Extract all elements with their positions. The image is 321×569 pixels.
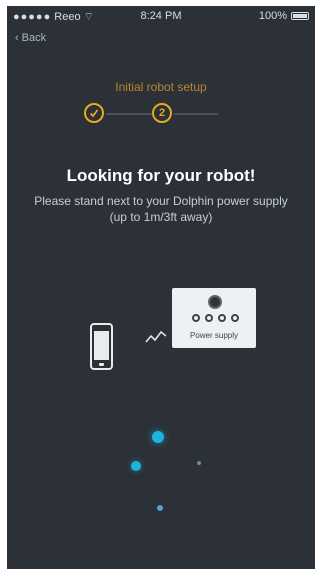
power-supply-illustration: Power supply [172,288,256,348]
phone-home-button [99,363,104,366]
led-icon [218,314,226,322]
power-supply-leds [192,314,239,322]
led-icon [205,314,213,322]
chevron-left-icon: ‹ [15,32,19,44]
searching-dot [197,461,201,465]
searching-dot [152,431,164,443]
smartphone-icon [90,323,113,370]
step-connector-trailing [174,113,218,115]
app-screen: ●●●●● Reeo ⌔ 8:24 PM 100% ‹ Back Initial… [7,6,315,569]
step-2-current: 2 [152,103,172,123]
instruction-text: Please stand next to your Dolphin power … [34,194,288,224]
battery-icon [291,12,309,20]
power-supply-label: Power supply [189,331,239,340]
power-supply-knob-icon [208,295,222,309]
step-1-complete-check-icon [84,103,104,123]
phone-screen [94,331,109,360]
step-connector [106,113,152,115]
searching-dot [157,505,163,511]
wireless-connection-icon [145,330,167,343]
setup-steps-title: Initial robot setup [115,80,207,94]
led-icon [192,314,200,322]
battery-percent: 100% [258,10,287,22]
check-icon [89,109,99,118]
status-bar: ●●●●● Reeo ⌔ 8:24 PM 100% [7,6,315,26]
battery-info: 100% [259,10,309,22]
searching-dot [131,461,141,471]
nav-bar: ‹ Back [7,26,315,52]
page-title: Looking for your robot! [66,166,256,185]
back-label: Back [21,32,47,44]
back-button[interactable]: ‹ Back [15,32,46,44]
led-icon [231,314,239,322]
step-2-number: 2 [158,107,166,119]
setup-progress: 2 [7,101,315,127]
